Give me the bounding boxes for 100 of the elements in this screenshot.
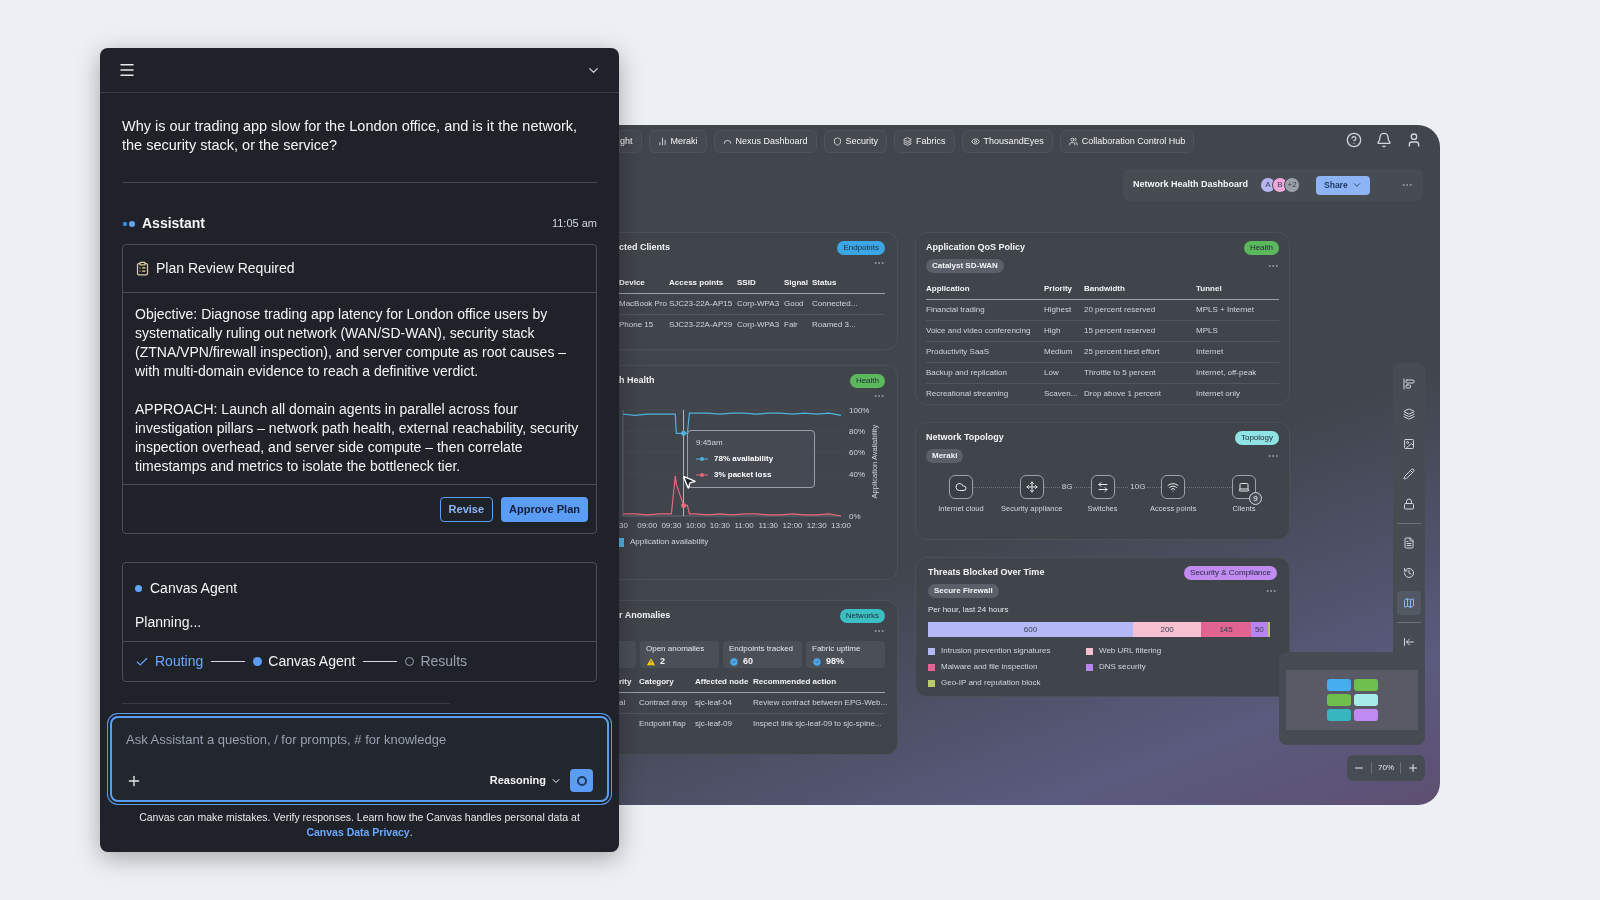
app-tab[interactable]: ThousandEyes bbox=[961, 130, 1053, 153]
column-header: Tunnel bbox=[1196, 283, 1223, 295]
axis-tick: 13:00 bbox=[831, 520, 851, 532]
menu-icon[interactable] bbox=[118, 61, 136, 79]
people-icon bbox=[1068, 137, 1078, 146]
topology-node[interactable] bbox=[1161, 475, 1186, 499]
legend-label: Malware and file inspection bbox=[941, 661, 1038, 673]
arch-icon bbox=[722, 137, 732, 146]
laptop-icon bbox=[1238, 481, 1250, 493]
cursor-icon bbox=[681, 474, 697, 490]
avatar: +2 bbox=[1284, 177, 1301, 193]
card-title: cted Clients bbox=[619, 241, 670, 255]
tag: Networks bbox=[839, 609, 885, 623]
column-header: Access points bbox=[669, 277, 725, 289]
app-tab[interactable]: ght bbox=[619, 130, 642, 153]
topology-node[interactable] bbox=[949, 475, 973, 499]
column-header: Recommended action bbox=[753, 676, 838, 688]
axis-tick: 0% bbox=[849, 511, 861, 521]
eye-icon bbox=[970, 137, 980, 146]
card-title: Network Topology bbox=[926, 431, 1004, 445]
assistant-icon bbox=[122, 219, 136, 228]
axis-tick: 40% bbox=[849, 469, 865, 479]
source-tag: Catalyst SD-WAN bbox=[926, 259, 1004, 273]
table-cell-text: SJC23-22A-AP15 bbox=[669, 298, 734, 310]
source-tag: Secure Firewall bbox=[928, 584, 999, 598]
cloud-icon bbox=[955, 481, 967, 493]
mode-dropdown[interactable]: Reasoning bbox=[489, 772, 562, 789]
privacy-link[interactable]: Canvas Data Privacy bbox=[306, 826, 410, 838]
app-tab[interactable]: Nexus Dashboard bbox=[713, 130, 817, 153]
column-header: Priority bbox=[1044, 283, 1073, 295]
topology-node[interactable] bbox=[1090, 475, 1115, 499]
table-cell-text: Corp-WPA3 bbox=[737, 298, 781, 310]
send-button[interactable] bbox=[570, 769, 593, 792]
axis-tick: 10:30 bbox=[709, 520, 730, 532]
axis-tick: 12:30 bbox=[806, 520, 827, 532]
column-header: Bandwidth bbox=[1084, 283, 1126, 295]
message-field[interactable]: Ask Assistant a question, / for prompts, # for knowledge bbox=[126, 730, 593, 750]
table-cell-text: Financial trading bbox=[926, 304, 986, 316]
legend-label: Intrusion prevention signatures bbox=[941, 645, 1051, 657]
table-cell-text: Inspect link sjc-leaf-09 to sjc-spine... bbox=[753, 718, 883, 730]
app-tab[interactable]: Collaboration Control Hub bbox=[1059, 130, 1195, 153]
app-tab[interactable]: Fabrics bbox=[894, 130, 955, 153]
table-cell-text: Internet bbox=[1196, 346, 1225, 358]
topology-node[interactable] bbox=[1232, 475, 1256, 499]
table-cell-text: Phone 15 bbox=[619, 319, 655, 331]
caret-icon bbox=[1351, 180, 1362, 190]
axis-tick: 12:00 bbox=[782, 520, 803, 532]
axis-tick: 30 bbox=[619, 520, 628, 532]
axis-tick: 60% bbox=[849, 447, 865, 457]
message-input[interactable]: Ask Assistant a question, / for prompts, # for knowledge Reasoning bbox=[110, 716, 609, 802]
table-cell-text: MPLS + Internet bbox=[1196, 304, 1256, 316]
table-cell-text: sjc-leaf-09 bbox=[695, 718, 733, 730]
minimap[interactable] bbox=[1279, 652, 1425, 745]
table-cell: MacBook Pro bbox=[619, 298, 669, 310]
table-cell-text: Backup and replication bbox=[926, 367, 1008, 379]
topology-node[interactable] bbox=[1019, 475, 1044, 499]
plan-button[interactable]: Approve Plan bbox=[501, 496, 588, 522]
table-cell-text: 25 percent best effort bbox=[1084, 346, 1161, 358]
stat-label: Fabric uptime bbox=[812, 643, 862, 655]
column-header: Status bbox=[812, 277, 838, 289]
help-icon[interactable] bbox=[1346, 132, 1362, 148]
card-title: Application QoS Policy bbox=[926, 241, 1025, 255]
table-cell-text: Endpoint flap bbox=[639, 718, 687, 730]
series-marker-icon bbox=[696, 456, 708, 462]
axis-tick: 09:30 bbox=[661, 520, 682, 532]
arrows-icon bbox=[1025, 481, 1038, 493]
bar-segment: 600 bbox=[928, 622, 1133, 637]
shield-icon bbox=[832, 137, 842, 146]
card-title: h Health bbox=[619, 374, 655, 388]
step-label: Routing bbox=[155, 652, 204, 671]
stat-value: 98% bbox=[826, 655, 844, 668]
agent-status: Planning... bbox=[134, 613, 203, 632]
toolbar-button[interactable] bbox=[1397, 591, 1421, 615]
document-icon bbox=[1403, 537, 1415, 549]
dashboard-title: Network Health Dashboard bbox=[1133, 178, 1249, 192]
chart-title: Per hour, last 24 hours bbox=[928, 604, 1010, 616]
legend-label: DNS security bbox=[1099, 661, 1146, 673]
bars-icon bbox=[657, 137, 667, 146]
table-cell-text: Fair bbox=[784, 319, 799, 331]
table-cell-text: Scaven... bbox=[1044, 388, 1079, 400]
column-header: Affected node bbox=[695, 676, 750, 688]
axis-tick: 11:30 bbox=[758, 520, 779, 532]
table-cell-text: Recreational streaming bbox=[926, 388, 1010, 400]
zoom-in-icon[interactable] bbox=[1407, 762, 1419, 774]
share-button[interactable]: Share bbox=[1316, 175, 1370, 195]
table-cell-text: sjc-leaf-04 bbox=[695, 697, 733, 709]
table-cell-text: Internet, off-peak bbox=[1196, 367, 1258, 379]
table-cell-text: Corp-WPA3 bbox=[737, 319, 781, 331]
notification-icon[interactable] bbox=[1376, 132, 1392, 148]
column-header: SSID bbox=[737, 277, 757, 289]
zoom-level: 70% bbox=[1371, 762, 1401, 774]
card-title: r Anomalies bbox=[619, 609, 671, 623]
table-cell-text: Contract drop bbox=[639, 697, 689, 709]
app-tab[interactable]: Meraki bbox=[648, 130, 707, 153]
user-icon[interactable] bbox=[1406, 132, 1422, 148]
app-tab[interactable]: Security bbox=[823, 130, 888, 153]
legend-label: Application availability bbox=[630, 536, 709, 548]
plan-button[interactable]: Revise bbox=[439, 496, 494, 522]
axis-tick: 100% bbox=[849, 405, 870, 415]
image-icon bbox=[1403, 438, 1415, 450]
